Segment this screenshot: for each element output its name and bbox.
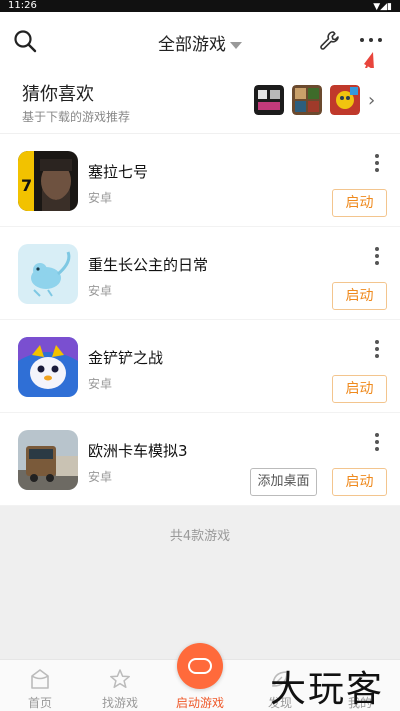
tab-label: 启动游戏 [175,696,224,710]
recommend-thumb-2 [292,85,322,115]
start-button[interactable]: 启动 [332,282,387,310]
recommend-thumb-1 [254,85,284,115]
more-dots-icon[interactable] [358,30,384,50]
game-row[interactable]: 重生长公主的日常 安卓 启动 [0,227,400,320]
add-to-desktop-button[interactable]: 添加桌面 [250,468,317,496]
svg-text:7: 7 [21,176,32,195]
recommend-thumb-3 [330,85,360,115]
wrench-icon[interactable] [318,29,342,53]
kebab-menu-icon[interactable] [370,154,384,174]
start-button[interactable]: 启动 [332,375,387,403]
game-list: 7 塞拉七号 安卓 启动 重生长公主的日常 安卓 启动 金铲铲之战 安卓 启动 … [0,134,400,506]
status-bar: 11:26 ▼◢▮ [0,0,400,12]
tab-label: 找游戏 [101,696,138,710]
status-time: 11:26 [8,0,37,11]
start-button[interactable]: 启动 [332,468,387,496]
tab-label: 首页 [27,696,52,710]
home-icon [31,669,49,689]
kebab-menu-icon[interactable] [370,247,384,267]
recommend-title: 猜你喜欢 [22,84,94,105]
game-icon-sierra7[interactable]: 7 [18,151,78,211]
tab-discover[interactable]: 发现 [240,660,320,711]
game-row[interactable]: 7 塞拉七号 安卓 启动 [0,134,400,227]
tab-label: 发现 [267,696,292,710]
start-button[interactable]: 启动 [332,189,387,217]
game-name: 塞拉七号 [88,163,149,181]
kebab-menu-icon[interactable] [370,340,384,360]
game-platform: 安卓 [88,284,113,298]
game-platform: 安卓 [88,470,113,484]
game-icon-princess[interactable] [18,244,78,304]
game-name: 重生长公主的日常 [88,256,209,274]
tab-find-games[interactable]: 找游戏 [80,660,160,711]
game-icon-tft[interactable] [18,337,78,397]
launch-games-center-button[interactable] [177,643,223,689]
game-platform: 安卓 [88,377,113,391]
game-name: 金铲铲之战 [88,349,164,367]
game-count-label: 共4款游戏 [169,529,231,544]
game-row[interactable]: 金铲铲之战 安卓 启动 [0,320,400,413]
caret-down-icon [230,41,242,49]
tab-home[interactable]: 首页 [0,660,80,711]
discover-icon [272,671,288,687]
page-title-text: 全部游戏 [158,35,226,55]
tab-profile[interactable]: 我的 [320,660,400,711]
top-header: 全部游戏 [0,12,400,68]
game-name: 欧洲卡车模拟3 [88,442,188,460]
star-icon [110,669,130,689]
kebab-menu-icon[interactable] [370,433,384,453]
recommend-subtitle: 基于下载的游戏推荐 [22,110,131,124]
recommend-section[interactable]: 猜你喜欢 基于下载的游戏推荐 › [0,68,400,134]
chevron-right-icon: › [368,90,376,111]
game-icon-ets3[interactable] [18,430,78,490]
tab-label: 我的 [347,696,372,710]
gamepad-icon [188,658,212,674]
game-row[interactable]: 欧洲卡车模拟3 安卓 添加桌面 启动 [0,413,400,506]
game-platform: 安卓 [88,191,113,205]
